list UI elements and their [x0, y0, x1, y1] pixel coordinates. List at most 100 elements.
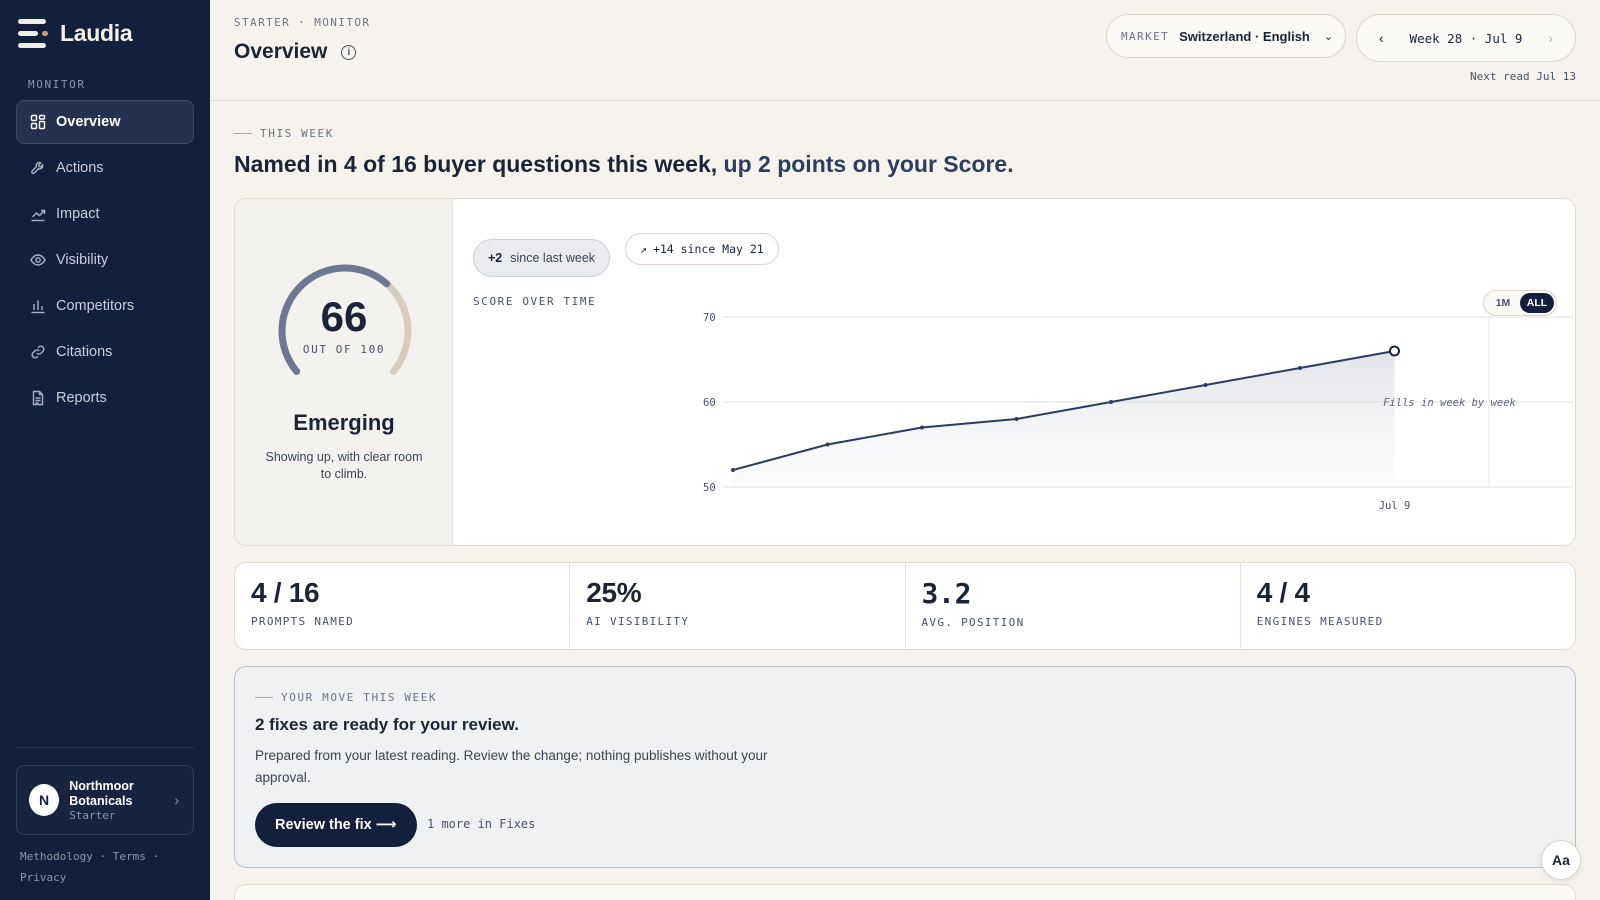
font-size-button[interactable]: Aa: [1541, 840, 1581, 880]
avatar: N: [29, 784, 60, 816]
chevron-right-icon: ›: [174, 792, 179, 808]
this-week-eyebrow: THIS WEEK: [234, 127, 334, 140]
market-value: Switzerland · English: [1179, 28, 1310, 44]
review-fix-label: Review the fix: [275, 817, 372, 833]
move-description: Prepared from your latest reading. Revie…: [255, 748, 768, 785]
sidebar-item-visibility[interactable]: Visibility: [16, 238, 194, 282]
document-icon: [30, 390, 46, 406]
sidebar-item-reports[interactable]: Reports: [16, 376, 194, 420]
chevron-right-icon[interactable]: ›: [1548, 30, 1553, 46]
fills-in-note: Fills in week by week: [1383, 397, 1516, 409]
sidebar-divider: [16, 747, 194, 748]
kpi-value: 4 / 4: [1256, 577, 1310, 608]
data-point: [1298, 366, 1302, 370]
score-max-label: OUT OF 100: [302, 343, 386, 356]
kpi-row: 4 / 16 PROMPTS NAMED 25% AI VISIBILITY 3…: [234, 562, 1576, 650]
score-line-chart: 50 60 70 Fills in week by week Jul 9: [703, 312, 1573, 512]
eyebrow-label: YOUR MOVE THIS WEEK: [281, 691, 438, 704]
delta-badge: +2 since last week: [473, 239, 611, 277]
arrow-up-right-icon: ↗: [640, 242, 647, 256]
kpi-value: 25%: [586, 577, 642, 608]
grid-icon: [30, 114, 46, 130]
sidebar-item-impact[interactable]: Impact: [16, 192, 194, 236]
data-point: [825, 442, 830, 447]
kpi-label: AI VISIBILITY: [586, 615, 690, 628]
score-card: 66 OUT OF 100 Emerging Showing up, with …: [234, 198, 1576, 546]
data-point: [731, 468, 735, 472]
kpi-engines-measured: 4 / 4 ENGINES MEASURED: [1241, 563, 1575, 649]
kpi-ai-visibility: 25% AI VISIBILITY: [570, 563, 906, 649]
headline-highlight: up 2 points on your Score.: [723, 151, 1014, 177]
terms-link[interactable]: Terms: [113, 850, 146, 863]
methodology-link[interactable]: Methodology: [20, 850, 93, 863]
data-point: [1014, 417, 1019, 421]
kpi-prompts-named: 4 / 16 PROMPTS NAMED: [235, 563, 571, 649]
market-label: MARKET: [1121, 29, 1170, 43]
current-point[interactable]: [1389, 345, 1400, 357]
delta-label: since last week: [510, 251, 596, 265]
eyebrow-label: THIS WEEK: [260, 127, 335, 140]
page-header: STARTER · MONITOR Overview i MARKET Swit…: [210, 0, 1600, 101]
bar-chart-icon: [30, 298, 46, 314]
sidebar-item-label: Actions: [56, 160, 104, 176]
week-label: Week 28 · Jul 9: [1409, 30, 1523, 46]
privacy-link[interactable]: Privacy: [20, 871, 66, 884]
chevron-left-icon[interactable]: ‹: [1379, 30, 1384, 46]
sidebar-item-label: Competitors: [56, 298, 135, 314]
footer-links: Methodology · Terms · Privacy: [20, 846, 190, 888]
info-icon[interactable]: i: [341, 44, 357, 60]
sidebar-item-actions[interactable]: Actions: [16, 146, 194, 190]
kpi-label: AVG. POSITION: [921, 616, 1025, 629]
breadcrumb: STARTER · MONITOR: [234, 16, 371, 29]
sidebar-item-label: Overview: [56, 114, 121, 130]
brand-logo[interactable]: Laudia: [18, 18, 133, 48]
eyebrow-dash: [234, 133, 252, 134]
data-point: [1109, 400, 1113, 404]
logo-icon: [18, 18, 48, 48]
headline-main: Named in 4 of 16 buyer questions this we…: [234, 151, 724, 177]
y-tick-label: 70: [703, 312, 716, 324]
arrow-right-icon: ⟶: [371, 817, 397, 833]
sidebar-section-label: MONITOR: [28, 78, 86, 91]
sidebar-item-label: Citations: [56, 344, 113, 360]
page-title: Overview: [234, 40, 328, 63]
since-badge: ↗ +14 since May 21: [625, 233, 779, 265]
since-label: +14 since May 21: [652, 242, 764, 256]
data-point: [1203, 383, 1208, 387]
score-tier: Emerging: [293, 410, 395, 435]
delta-value: +2: [488, 251, 503, 265]
kpi-value: 4 / 16: [251, 577, 320, 608]
week-selector: ‹ Week 28 · Jul 9 ›: [1356, 14, 1576, 62]
sidebar-item-overview[interactable]: Overview: [16, 100, 194, 144]
sidebar-item-competitors[interactable]: Competitors: [16, 284, 194, 328]
account-switcher[interactable]: N Northmoor Botanicals Starter ›: [16, 765, 194, 835]
wrench-icon: [30, 160, 46, 176]
score-value: 66: [320, 293, 368, 340]
x-tick-label: Jul 9: [1379, 500, 1411, 512]
move-title: 2 fixes are ready for your review.: [255, 715, 519, 734]
sidebar-item-citations[interactable]: Citations: [16, 330, 194, 374]
sidebar-item-label: Reports: [56, 390, 107, 406]
more-fixes-link[interactable]: 1 more in Fixes: [427, 817, 535, 831]
link-icon: [30, 344, 46, 360]
market-selector[interactable]: MARKET Switzerland · English ⌄: [1106, 14, 1346, 58]
review-fix-button[interactable]: Review the fix ⟶: [255, 803, 417, 847]
separator: ·: [152, 850, 160, 863]
your-move-card: YOUR MOVE THIS WEEK 2 fixes are ready fo…: [234, 666, 1576, 868]
trend-icon: [30, 206, 46, 222]
kpi-value: 3.2: [921, 577, 972, 610]
score-gauge-panel: 66 OUT OF 100 Emerging Showing up, with …: [235, 199, 453, 545]
move-eyebrow: YOUR MOVE THIS WEEK: [255, 691, 437, 704]
next-read-label: Next read Jul 13: [1470, 70, 1576, 83]
eye-icon: [30, 252, 46, 268]
sidebar: Laudia MONITOR Overview Actions Impact V: [0, 0, 210, 900]
separator: ·: [99, 850, 113, 863]
score-area: [733, 351, 1395, 487]
brand-name: Laudia: [60, 19, 133, 46]
eyebrow-dash: [255, 697, 273, 698]
next-section-card: [234, 884, 1576, 900]
chart-title: SCORE OVER TIME: [473, 295, 597, 308]
kpi-avg-position: 3.2 AVG. POSITION: [906, 563, 1241, 649]
account-plan: Starter: [69, 808, 116, 822]
kpi-label: ENGINES MEASURED: [1256, 615, 1384, 628]
